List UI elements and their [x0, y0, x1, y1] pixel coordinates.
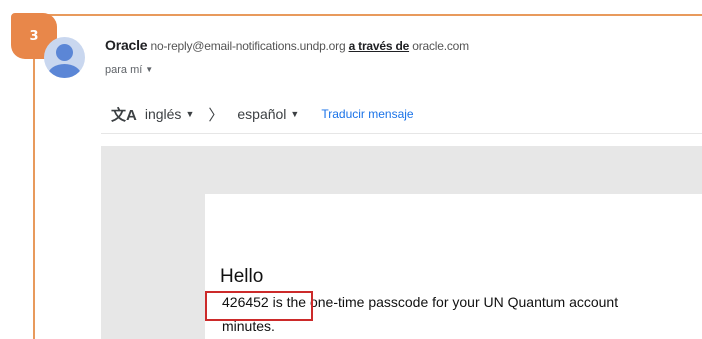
avatar-person-icon: [56, 44, 73, 61]
source-language-select[interactable]: inglés: [145, 106, 182, 122]
recipient-label: para mí: [105, 64, 143, 76]
sender-name[interactable]: Oracle: [105, 37, 148, 53]
target-language-select[interactable]: español: [237, 106, 286, 122]
frame-top-border: [33, 14, 702, 16]
translate-icon: 文A: [111, 106, 137, 124]
translate-message-button[interactable]: Traducir mensaje: [321, 107, 413, 121]
greeting: Hello: [220, 266, 264, 287]
arrow-right-icon: 〉: [208, 106, 224, 124]
sender-avatar[interactable]: [44, 37, 85, 78]
translate-bar: 文A inglés ▼ 〉 español ▼ Traducir mensaje: [111, 103, 414, 125]
chevron-down-icon[interactable]: ▼: [290, 109, 299, 119]
chevron-down-icon: ▼: [145, 65, 154, 74]
divider: [101, 133, 702, 134]
via-link[interactable]: a través de: [349, 39, 410, 53]
chevron-down-icon[interactable]: ▼: [185, 109, 194, 119]
step-number: 3: [29, 28, 39, 44]
sender-address: no-reply@email-notifications.undp.org: [150, 39, 346, 53]
frame-left-border: [33, 30, 35, 339]
passcode-highlight-box: [205, 291, 313, 321]
avatar-body: [48, 64, 81, 78]
sender-line: Oracle no-reply@email-notifications.undp…: [105, 37, 469, 53]
recipient-details-toggle[interactable]: para mí ▼: [105, 64, 153, 76]
passcode-text: is the one-time passcode for your UN Qua…: [268, 294, 619, 310]
via-domain: oracle.com: [412, 39, 469, 53]
